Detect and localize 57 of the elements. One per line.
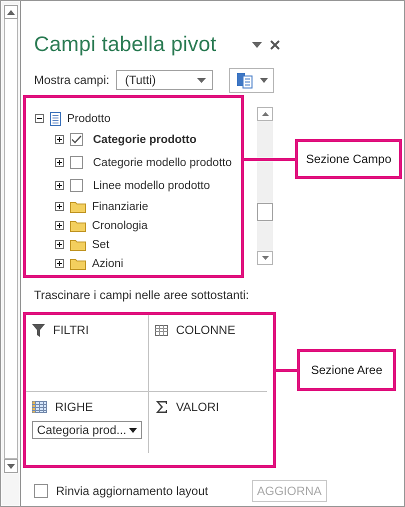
field-name[interactable]: Categorie prodotto: [93, 134, 196, 146]
filter-icon: [32, 324, 45, 336]
caret-icon: [197, 78, 206, 82]
caret-icon: [260, 78, 268, 82]
grid-icon: [32, 401, 47, 413]
layout-button[interactable]: [229, 68, 274, 92]
expand-icon[interactable]: [55, 240, 64, 249]
down-arrow-icon: [6, 464, 14, 468]
scroll-up-button[interactable]: [4, 5, 18, 19]
field-name[interactable]: Categorie modello prodotto: [93, 156, 232, 168]
layout-icon: [236, 72, 254, 88]
field-chip[interactable]: Categoria prod...: [32, 421, 142, 439]
folder-name[interactable]: Azioni: [92, 258, 124, 270]
checkbox[interactable]: [70, 179, 83, 192]
close-icon[interactable]: [270, 40, 280, 50]
folder-name[interactable]: Cronologia: [92, 220, 148, 232]
pane-title: Campi tabella pivot: [34, 33, 218, 57]
expand-icon[interactable]: [55, 202, 64, 211]
callout-label: Sezione Aree: [297, 349, 396, 391]
checkbox[interactable]: [34, 484, 48, 498]
table-name[interactable]: Prodotto: [67, 112, 110, 124]
defer-update-label: Rinvia aggiornamento layout: [56, 484, 210, 498]
folder-icon: [70, 238, 86, 250]
callout-label: Sezione Campo: [295, 139, 402, 179]
folder-icon: [70, 220, 86, 232]
folder-name[interactable]: Finanziarie: [92, 200, 148, 212]
collapse-icon[interactable]: [35, 114, 44, 123]
expand-icon[interactable]: [55, 259, 64, 268]
expand-icon[interactable]: [55, 135, 64, 144]
folder-name[interactable]: Set: [92, 238, 110, 250]
up-arrow-icon: [6, 10, 14, 14]
scroll-down-button[interactable]: [257, 251, 273, 265]
caret-icon: [129, 428, 137, 432]
checkbox[interactable]: [70, 133, 83, 146]
table-icon: [50, 112, 61, 126]
scrollbar-thumb[interactable]: [257, 203, 273, 221]
field-name[interactable]: Linee modello prodotto: [93, 180, 210, 192]
area-label: VALORI: [176, 400, 220, 414]
sigma-icon: [155, 400, 168, 414]
down-arrow-icon: [262, 256, 268, 260]
area-label: RIGHE: [55, 400, 94, 414]
caret-icon[interactable]: [252, 42, 262, 48]
expand-icon[interactable]: [55, 181, 64, 190]
scroll-down-button[interactable]: [4, 459, 18, 473]
scroll-up-button[interactable]: [257, 107, 273, 121]
folder-icon: [70, 258, 86, 270]
show-fields-label: Mostra campi:: [34, 73, 110, 87]
area-label: FILTRI: [53, 323, 89, 337]
grid-icon: [155, 324, 168, 336]
areas-hint: Trascinare i campi nelle aree sottostanti:: [34, 288, 250, 302]
area-label: COLONNE: [176, 323, 236, 337]
expand-icon[interactable]: [55, 158, 64, 167]
folder-icon: [70, 200, 86, 212]
up-arrow-icon: [262, 112, 268, 116]
show-fields-dropdown[interactable]: (Tutti): [116, 70, 213, 90]
checkbox[interactable]: [70, 156, 83, 169]
expand-icon[interactable]: [55, 221, 64, 230]
